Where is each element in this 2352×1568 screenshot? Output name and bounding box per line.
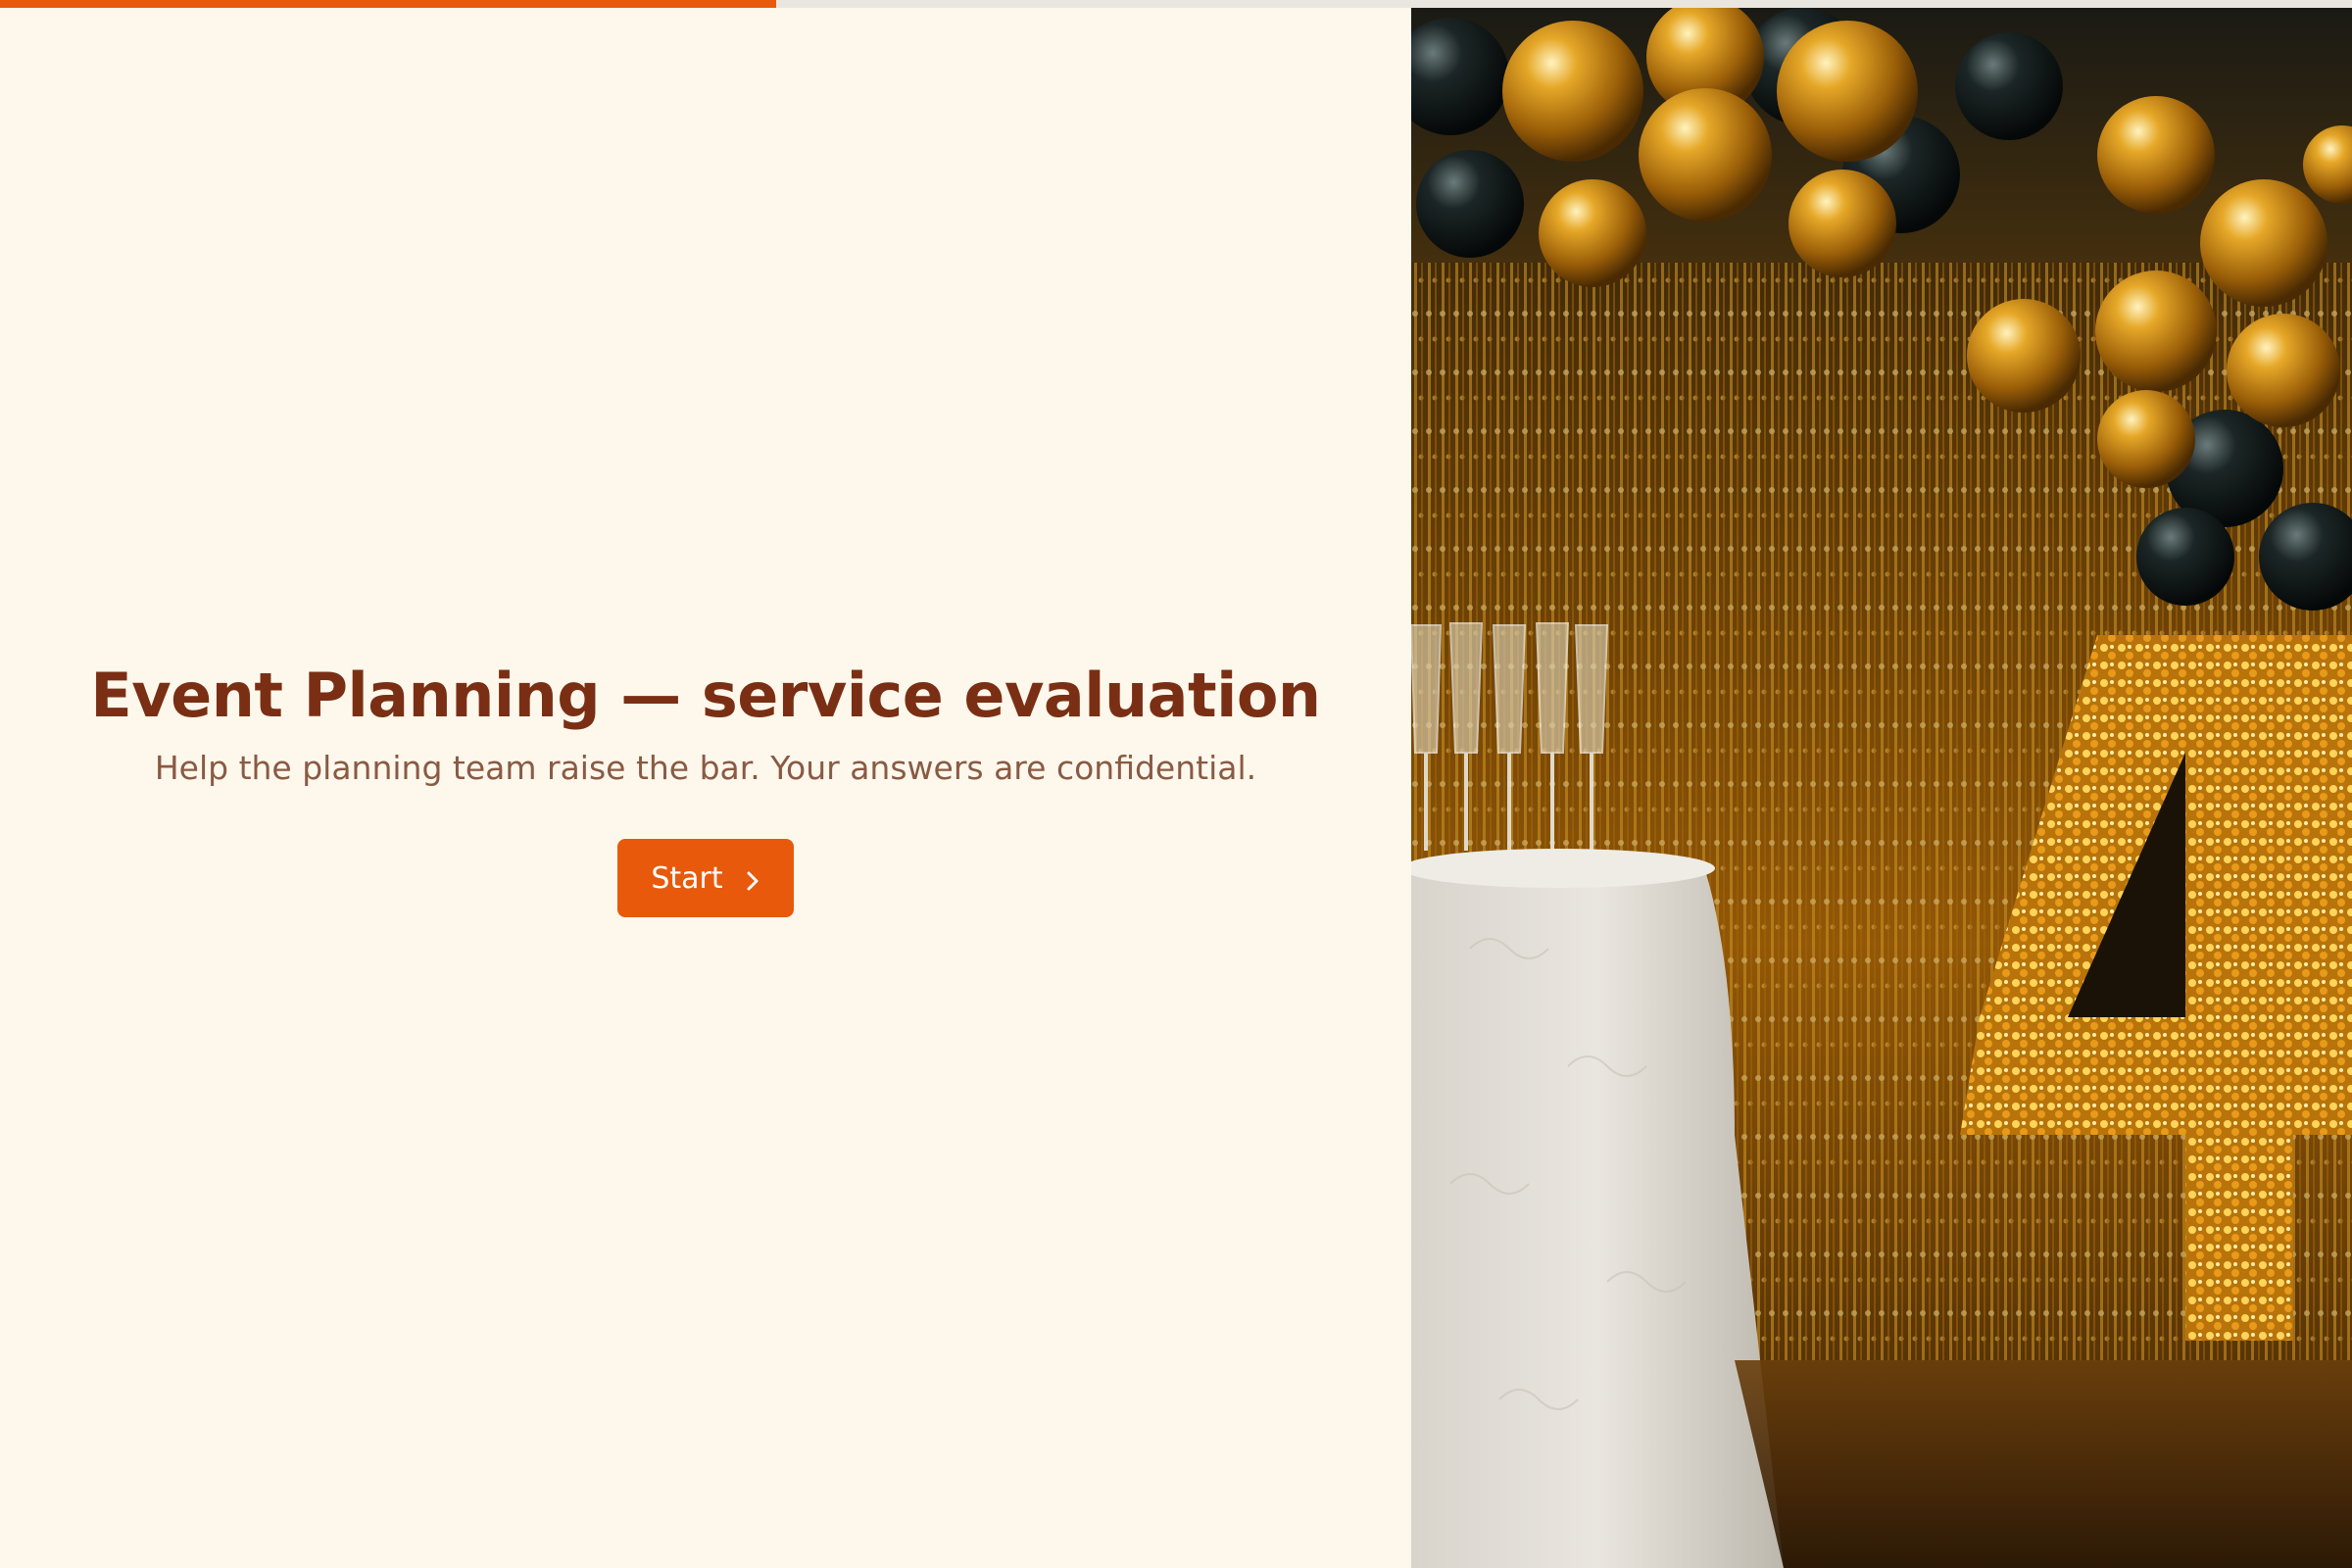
welcome-pane: Event Planning — service evaluation Help… <box>0 8 1411 1568</box>
progress-bar <box>0 0 2352 8</box>
hero-image <box>1411 8 2352 1568</box>
chevron-right-icon <box>745 866 760 891</box>
survey-subtitle: Help the planning team raise the bar. Yo… <box>154 749 1257 787</box>
start-button[interactable]: Start <box>617 839 794 917</box>
survey-title: Event Planning — service evaluation <box>90 660 1321 731</box>
progress-bar-fill <box>0 0 776 8</box>
start-button-label: Start <box>651 860 723 896</box>
welcome-screen: Event Planning — service evaluation Help… <box>0 659 1411 917</box>
